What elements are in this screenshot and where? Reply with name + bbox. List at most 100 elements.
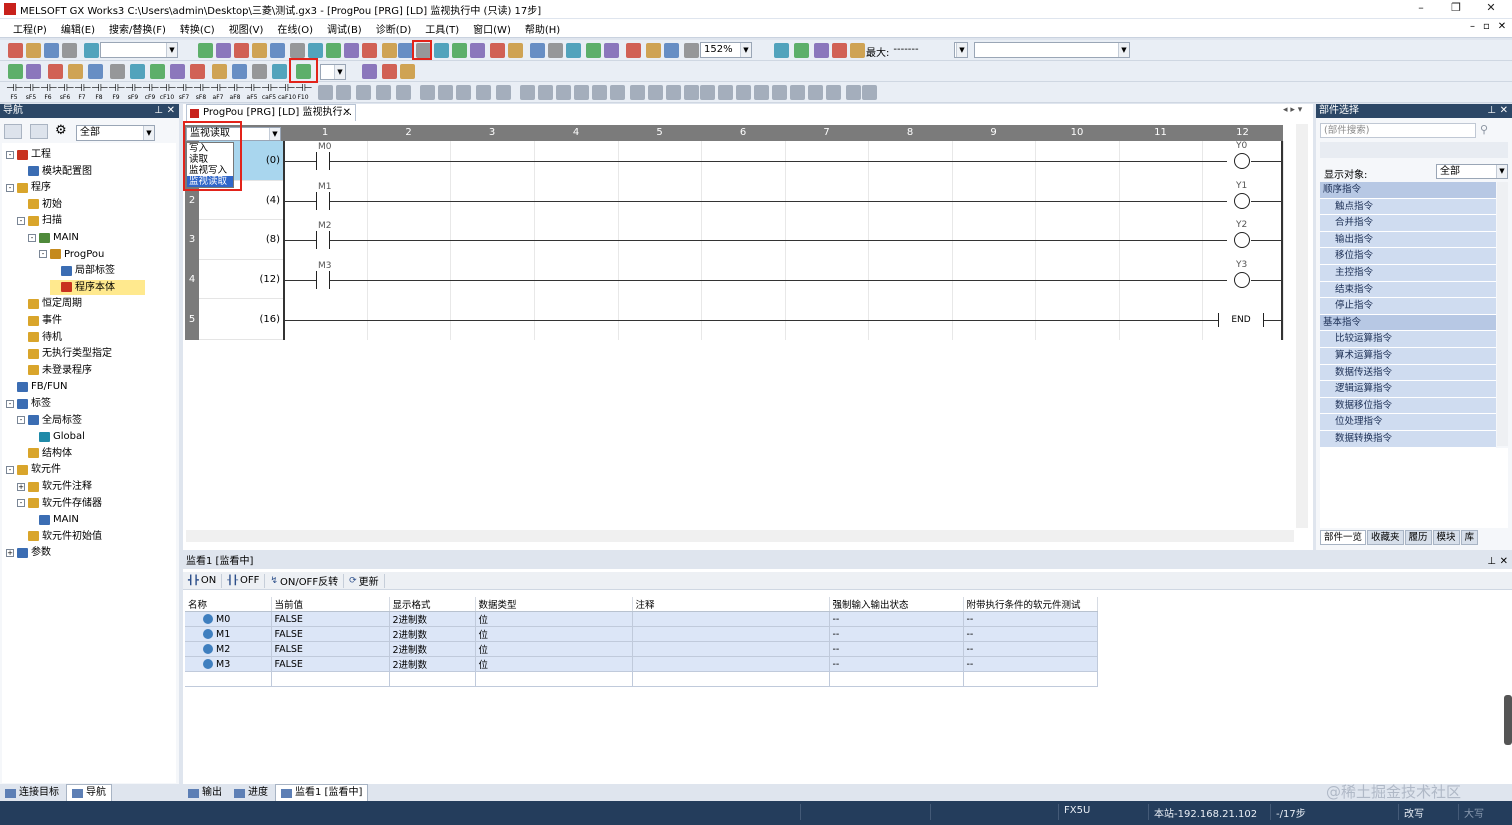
expand-toggle-icon[interactable]: + [17, 482, 25, 491]
watch-cell[interactable] [271, 671, 390, 687]
row1-tool-icon-4[interactable] [84, 43, 99, 58]
parts-item[interactable]: 数据传送指令 [1320, 364, 1496, 382]
row3-tool-icon-7[interactable] [456, 85, 471, 100]
row2-tool-icon-15[interactable] [362, 64, 377, 79]
zoom-combo[interactable]: 152% ▼ [700, 42, 752, 58]
row3-tool-icon-12[interactable] [556, 85, 571, 100]
expand-toggle-icon[interactable]: - [6, 465, 14, 474]
watch-cell-name[interactable]: M0 [185, 611, 272, 627]
watch-cell[interactable] [963, 671, 1098, 687]
row1-tool-icon-9[interactable] [270, 43, 285, 58]
nav-filter-button[interactable] [30, 124, 48, 139]
expand-toggle-icon[interactable]: - [17, 216, 25, 225]
row3-tool-icon-15[interactable] [610, 85, 625, 100]
parts-item[interactable]: 停止指令 [1320, 298, 1496, 315]
row3-tool-icon-29[interactable] [862, 85, 877, 100]
row1-tool-icon-34[interactable] [814, 43, 829, 58]
row3-tool-icon-24[interactable] [772, 85, 787, 100]
watch-cell[interactable]: -- [829, 626, 964, 642]
row3-tool-icon-13[interactable] [574, 85, 589, 100]
nav-sort-button[interactable] [4, 124, 22, 139]
tree-item-4[interactable]: - 扫描 [17, 213, 62, 228]
tree-item-3[interactable]: 初始 [17, 197, 62, 212]
max-scan-dropdown[interactable]: ▼ [954, 42, 968, 58]
row3-tool-icon-22[interactable] [736, 85, 751, 100]
fkey-button-8[interactable]: ⊣⊢ cF9 [142, 83, 159, 102]
watch-pin-icon[interactable]: ⊥ [1487, 555, 1496, 569]
tree-item-8[interactable]: 程序本体 [50, 279, 145, 295]
row1-tool-icon-23[interactable] [530, 43, 545, 58]
row3-tool-icon-23[interactable] [754, 85, 769, 100]
tree-item-22[interactable]: MAIN [28, 512, 79, 527]
watch-cell[interactable]: FALSE [271, 611, 390, 627]
coil-Y3[interactable] [1234, 271, 1250, 288]
watch-cell[interactable]: 位 [475, 641, 633, 657]
row3-tool-icon-17[interactable] [648, 85, 663, 100]
watch-close-icon[interactable]: ✕ [1500, 555, 1508, 569]
end-instruction[interactable]: END [1218, 312, 1264, 327]
tree-item-10[interactable]: 事件 [17, 313, 62, 328]
watch-cell[interactable]: 位 [475, 626, 633, 642]
row2-tool-icon-17[interactable] [400, 64, 415, 79]
row3-tool-icon-8[interactable] [476, 85, 491, 100]
watch-cell[interactable]: -- [963, 656, 1098, 672]
parts-item[interactable]: 主控指令 [1320, 264, 1496, 282]
coil-Y2[interactable] [1234, 232, 1250, 248]
menu-item-4[interactable]: 视图(V) [222, 21, 271, 36]
fkey-button-11[interactable]: ⊣⊢ sF8 [193, 83, 210, 102]
menu-item-6[interactable]: 调试(B) [320, 21, 369, 36]
fkey-button-9[interactable]: ⊣⊢ cF10 [159, 83, 176, 102]
fkey-button-7[interactable]: ⊣⊢ sF9 [125, 83, 142, 102]
watch-cell[interactable]: -- [829, 641, 964, 657]
tree-item-0[interactable]: - 工程 [6, 147, 51, 162]
search-combo[interactable]: ▼ [320, 64, 346, 80]
menu-item-10[interactable]: 帮助(H) [518, 21, 567, 36]
parts-item[interactable]: 算术运算指令 [1320, 347, 1496, 365]
row1-tool-icon-13[interactable] [344, 43, 359, 58]
doc-minimize-button[interactable]: – [1470, 21, 1475, 32]
row2-tool-icon-1[interactable] [26, 64, 41, 79]
watch-cell-name[interactable]: M3 [185, 656, 272, 672]
row3-tool-icon-1[interactable] [336, 85, 351, 100]
watch-cell[interactable]: 位 [475, 611, 633, 627]
parts-item[interactable]: 触点指令 [1320, 198, 1496, 216]
coil-Y1[interactable] [1234, 192, 1250, 209]
watch-empty-row[interactable] [185, 671, 1098, 687]
tree-item-13[interactable]: 未登录程序 [17, 363, 92, 378]
watch-cell[interactable]: FALSE [271, 656, 390, 672]
row1-tool-icon-14[interactable] [362, 43, 377, 58]
row2-tool-icon-6[interactable] [130, 64, 145, 79]
row1-tool-icon-8[interactable] [252, 43, 267, 58]
watch-toggle-button[interactable]: ↯ ON/OFF反转 [265, 573, 345, 588]
row3-tool-icon-9[interactable] [496, 85, 511, 100]
row1-tool-icon-25[interactable] [566, 43, 581, 58]
row2-tool-icon-7[interactable] [150, 64, 165, 79]
row3-tool-icon-25[interactable] [790, 85, 805, 100]
contact-M2[interactable] [316, 231, 330, 249]
parts-tab-2[interactable]: 履历 [1404, 530, 1432, 545]
watch-cell[interactable]: -- [829, 656, 964, 672]
parts-scrollbar[interactable] [1497, 182, 1508, 446]
bottom-tabs-right-0[interactable]: 输出 [183, 785, 227, 801]
row1-tool-icon-16[interactable] [398, 43, 413, 58]
row2-tool-icon-4[interactable] [88, 64, 103, 79]
parts-tab-1[interactable]: 收藏夹 [1367, 530, 1404, 545]
pin-icon[interactable]: ⊥ [154, 104, 163, 118]
expand-toggle-icon[interactable]: - [39, 250, 47, 259]
minimize-button[interactable]: – [1406, 1, 1436, 14]
row1-tool-icon-19[interactable] [452, 43, 467, 58]
row2-tool-icon-2[interactable] [48, 64, 63, 79]
bottom-tabs-right-2[interactable]: 监看1 [监看中] [275, 784, 369, 802]
watch-refresh-button[interactable]: ⟳ 更新 [344, 573, 385, 588]
watch-cell[interactable]: -- [963, 626, 1098, 642]
side-handle[interactable] [1504, 695, 1512, 745]
parts-item[interactable]: 数据移位指令 [1320, 397, 1496, 415]
row1-tool-icon-20[interactable] [470, 43, 485, 58]
fkey-button-13[interactable]: ⊣⊢ aF8 [227, 83, 244, 102]
tree-item-1[interactable]: 模块配置图 [17, 164, 92, 179]
parts-pin-icon[interactable]: ⊥ [1487, 104, 1496, 118]
watch-cell[interactable]: -- [963, 611, 1098, 627]
fkey-button-1[interactable]: ⊣⊢ sF5 [23, 83, 40, 102]
watch-cell[interactable]: 2进制数 [389, 656, 476, 672]
parts-item[interactable]: 移位指令 [1320, 248, 1496, 265]
